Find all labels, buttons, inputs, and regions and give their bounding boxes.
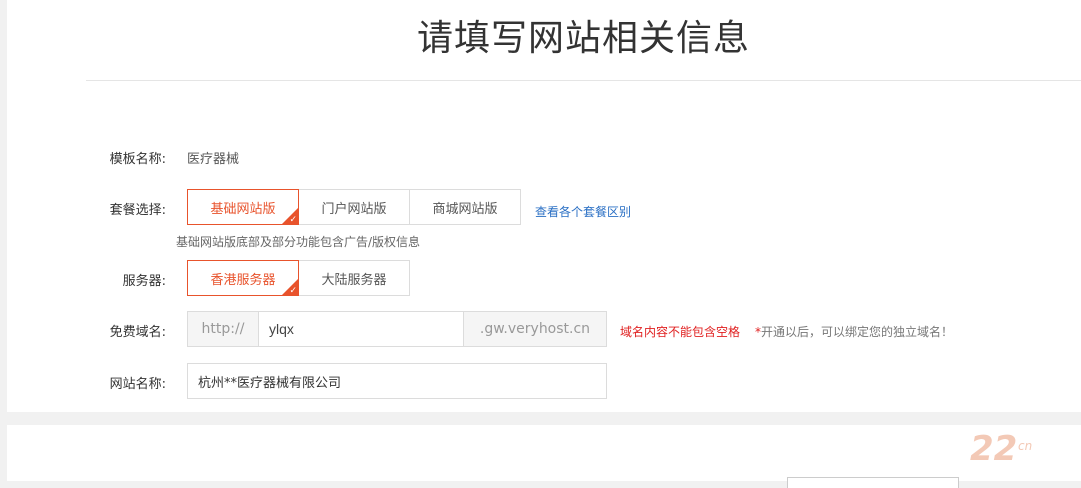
package-label: 套餐选择: — [109, 203, 166, 218]
bottom-input-edge[interactable] — [787, 477, 959, 488]
checkmark-icon: ✓ — [289, 215, 297, 225]
watermark-number: 22 — [970, 429, 1017, 469]
server-option-label: 大陆服务器 — [321, 272, 387, 288]
server-option-label: 香港服务器 — [210, 272, 276, 288]
domain-label: 免费域名: — [109, 325, 166, 340]
domain-input[interactable] — [259, 312, 463, 346]
package-option-label: 商城网站版 — [432, 201, 498, 217]
package-option-basic[interactable]: 基础网站版 ✓ — [187, 189, 299, 225]
watermark-suffix: cn — [1018, 439, 1032, 453]
server-option-mainland[interactable]: 大陆服务器 — [298, 260, 410, 296]
package-option-label: 基础网站版 — [210, 201, 276, 217]
template-value: 医疗器械 — [187, 152, 240, 167]
compare-packages-link[interactable]: 查看各个套餐区别 — [535, 203, 631, 220]
domain-input-group: http:// .gw.veryhost.cn — [187, 311, 607, 347]
domain-suffix: .gw.veryhost.cn — [463, 312, 606, 346]
domain-note: *开通以后，可以绑定您的独立域名！ — [755, 323, 953, 340]
package-option-label: 门户网站版 — [321, 201, 387, 217]
package-option-mall[interactable]: 商城网站版 — [409, 189, 521, 225]
site-watermark-logo: 22 cn — [970, 429, 1032, 469]
template-label: 模板名称: — [109, 152, 166, 167]
page-title: 请填写网站相关信息 — [416, 18, 750, 59]
site-name-label: 网站名称: — [109, 377, 166, 392]
domain-error-message: 域名内容不能包含空格 — [620, 325, 741, 339]
domain-note-text: 开通以后，可以绑定您的独立域名！ — [761, 325, 954, 339]
package-option-portal[interactable]: 门户网站版 — [298, 189, 410, 225]
domain-prefix: http:// — [188, 312, 259, 346]
server-label: 服务器: — [122, 274, 166, 289]
lower-panel — [7, 425, 1081, 481]
package-hint: 基础网站版底部及部分功能包含广告/版权信息 — [176, 235, 421, 249]
server-option-hongkong[interactable]: 香港服务器 ✓ — [187, 260, 299, 296]
site-name-input[interactable] — [187, 363, 607, 399]
checkmark-icon: ✓ — [289, 286, 297, 296]
title-divider — [86, 80, 1081, 81]
